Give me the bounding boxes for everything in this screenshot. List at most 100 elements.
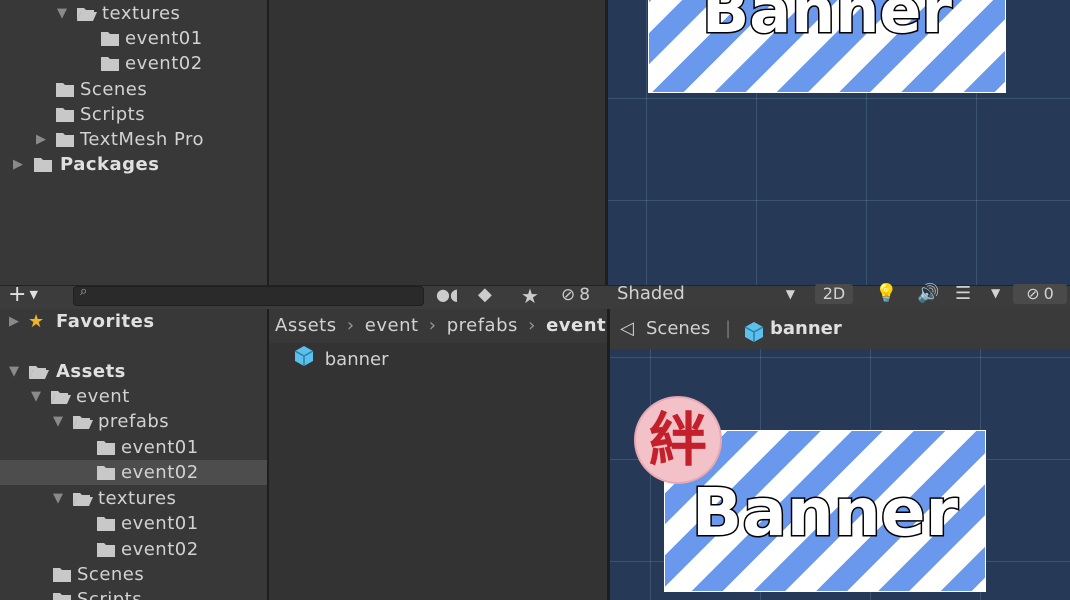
bottom-asset-panel: Assets › event › prefabs › event banner bbox=[269, 309, 607, 600]
chevron-right-icon: › bbox=[346, 315, 355, 336]
unity-logo-icon: ◁ bbox=[620, 318, 634, 339]
banner-sprite[interactable]: Banner bbox=[648, 0, 1006, 93]
search-input[interactable]: ⌕ bbox=[73, 284, 424, 306]
layers-icon[interactable]: ☰ bbox=[955, 283, 971, 304]
tree-item-scripts[interactable]: Scripts bbox=[0, 102, 267, 127]
add-label: + bbox=[8, 282, 27, 307]
tree-item-event01[interactable]: event01 bbox=[0, 435, 267, 460]
asset-label: banner bbox=[324, 348, 389, 370]
top-project-tree: ▼ textures event01 event02 Scenes Script… bbox=[0, 0, 267, 287]
tree-item-event01[interactable]: event01 bbox=[0, 26, 267, 51]
chevron-right-icon: › bbox=[428, 315, 437, 336]
tree-item-textures[interactable]: ▼ textures bbox=[0, 486, 267, 511]
chevron-right-icon: › bbox=[528, 315, 536, 336]
tree-item-label: event01 bbox=[121, 513, 199, 534]
expand-arrow-icon[interactable]: ▼ bbox=[50, 409, 66, 434]
badge-text: 絆 bbox=[648, 406, 707, 474]
folder-icon bbox=[55, 107, 75, 123]
breadcrumb-item-assets[interactable]: Assets bbox=[275, 315, 337, 336]
tree-item-event[interactable]: ▼ event bbox=[0, 384, 267, 409]
bottom-project-tree: ▶ ★ Favorites ▼ Assets ▼ event ▼ prefabs… bbox=[0, 309, 267, 600]
prefab-breadcrumb-bar: ◁ Scenes | banner bbox=[610, 309, 1070, 349]
eye-slash-icon: ⊘ bbox=[561, 285, 576, 305]
breadcrumb-item-prefabs[interactable]: prefabs bbox=[447, 315, 518, 336]
open-folder-icon bbox=[50, 389, 72, 405]
tree-item-label: textures bbox=[102, 3, 181, 24]
tree-item-label: Packages bbox=[60, 154, 160, 175]
tree-item-label: TextMesh Pro bbox=[80, 129, 205, 150]
eye-slash-icon: ⊘ bbox=[1026, 284, 1040, 303]
expand-arrow-icon[interactable]: ▼ bbox=[6, 359, 22, 384]
tree-item-scenes[interactable]: Scenes bbox=[0, 77, 267, 102]
tree-item-event02-selected[interactable]: event02 bbox=[0, 460, 267, 485]
tree-item-label: event02 bbox=[125, 53, 203, 74]
separator: | bbox=[725, 318, 732, 339]
favorite-star-icon: ★ bbox=[28, 311, 45, 332]
tree-item-label: Scenes bbox=[77, 564, 145, 585]
collapsed-arrow-icon[interactable]: ▶ bbox=[6, 309, 22, 334]
hidden-packages-toggle[interactable]: ⊘ 8 bbox=[561, 284, 590, 306]
breadcrumb-item-event[interactable]: event bbox=[365, 315, 419, 336]
collapsed-arrow-icon[interactable]: ▶ bbox=[33, 127, 49, 152]
tree-item-prefabs[interactable]: ▼ prefabs bbox=[0, 409, 267, 434]
scene-visibility-toggle[interactable]: ⊘ 0 bbox=[1013, 284, 1067, 304]
open-folder-icon bbox=[76, 6, 98, 22]
prefab-cube-icon bbox=[293, 345, 315, 374]
expand-arrow-icon[interactable]: ▼ bbox=[28, 384, 44, 409]
tree-item-event01[interactable]: event01 bbox=[0, 511, 267, 536]
tree-item-favorites[interactable]: ▶ ★ Favorites bbox=[0, 309, 267, 334]
tree-item-label: Scripts bbox=[80, 104, 146, 125]
2d-mode-button[interactable]: 2D bbox=[815, 284, 853, 304]
search-icon: ⌕ bbox=[80, 284, 88, 299]
folder-icon bbox=[96, 465, 116, 481]
tree-item-textmesh-pro[interactable]: ▶ TextMesh Pro bbox=[0, 127, 267, 152]
project-toolbar: + ▼ ⌕ ●◖ ◆ ★ ⊘ 8 bbox=[0, 284, 607, 311]
add-button[interactable]: + ▼ bbox=[8, 284, 38, 308]
tree-item-label: Scenes bbox=[80, 79, 148, 100]
tree-item-scripts[interactable]: Scripts bbox=[0, 587, 267, 600]
search-by-label-icon[interactable]: ◆ bbox=[478, 284, 492, 305]
expand-arrow-icon[interactable]: ▼ bbox=[54, 1, 70, 26]
tree-item-label: event01 bbox=[125, 28, 203, 49]
expand-arrow-icon[interactable]: ▼ bbox=[50, 486, 66, 511]
folder-icon bbox=[55, 82, 75, 98]
shading-mode-label: Shaded bbox=[617, 283, 685, 304]
banner-text: Banner bbox=[701, 0, 954, 49]
folder-icon bbox=[96, 516, 116, 532]
scene-hidden-count: 0 bbox=[1043, 284, 1054, 303]
open-folder-icon bbox=[72, 414, 94, 430]
tree-item-scenes[interactable]: Scenes bbox=[0, 562, 267, 587]
shading-mode-dropdown[interactable]: Shaded ▼ bbox=[611, 283, 803, 307]
asset-item-banner[interactable]: banner bbox=[293, 345, 389, 370]
tree-item-event02[interactable]: event02 bbox=[0, 537, 267, 562]
breadcrumb-item-current[interactable]: event bbox=[546, 315, 606, 336]
open-folder-icon bbox=[28, 364, 50, 380]
tree-item-event02[interactable]: event02 bbox=[0, 51, 267, 76]
bottom-scene-view[interactable]: Banner 絆 bbox=[610, 349, 1070, 600]
lighting-toggle-icon[interactable]: 💡 bbox=[875, 283, 897, 304]
open-folder-icon bbox=[72, 491, 94, 507]
effects-dropdown-icon[interactable]: ▼ bbox=[991, 286, 1000, 300]
collapsed-arrow-icon[interactable]: ▶ bbox=[10, 152, 26, 177]
folder-icon bbox=[55, 132, 75, 148]
top-scene-view[interactable]: Banner bbox=[608, 0, 1070, 287]
tree-item-textures[interactable]: ▼ textures bbox=[0, 1, 267, 26]
folder-icon bbox=[96, 440, 116, 456]
tree-item-assets[interactable]: ▼ Assets bbox=[0, 359, 267, 384]
tree-item-label: Assets bbox=[56, 361, 126, 382]
tree-item-label: event02 bbox=[121, 539, 199, 560]
scenes-link[interactable]: Scenes bbox=[646, 309, 710, 349]
breadcrumb: Assets › event › prefabs › event bbox=[269, 309, 607, 343]
folder-icon bbox=[100, 56, 120, 72]
kanji-badge[interactable]: 絆 bbox=[634, 396, 722, 484]
tree-item-packages[interactable]: ▶ Packages bbox=[0, 152, 267, 177]
tree-item-label: textures bbox=[98, 488, 177, 509]
search-by-type-icon[interactable]: ●◖ bbox=[436, 286, 458, 308]
top-asset-panel bbox=[269, 0, 605, 287]
prefab-title[interactable]: banner bbox=[770, 309, 842, 349]
folder-icon bbox=[52, 567, 72, 583]
tree-item-label: event02 bbox=[121, 462, 199, 483]
favorite-star-icon[interactable]: ★ bbox=[521, 284, 539, 308]
chevron-down-icon: ▼ bbox=[785, 287, 795, 301]
audio-toggle-icon[interactable]: 🔊 bbox=[917, 283, 939, 304]
